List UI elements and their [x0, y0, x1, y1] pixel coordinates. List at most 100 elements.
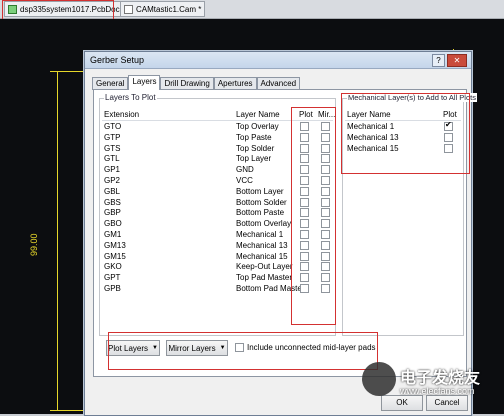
column-plot[interactable]: Plot — [443, 110, 457, 119]
layers-to-plot-group: Layers To Plot Extension Layer Name Plot… — [99, 93, 336, 336]
column-mirror[interactable]: Mir... — [318, 110, 335, 119]
include-mid-layer-checkbox[interactable] — [235, 343, 244, 352]
plot-checkbox[interactable] — [444, 143, 453, 153]
plot-checkbox[interactable] — [300, 143, 309, 153]
plot-checkbox[interactable] — [300, 262, 309, 272]
include-mid-layer-option[interactable]: Include unconnected mid-layer pads — [235, 343, 376, 352]
plot-layers-button[interactable]: Plot Layers ▼ — [106, 340, 160, 356]
table-row[interactable]: GBO Bottom Overlay — [102, 218, 333, 229]
document-tab-pcb[interactable]: dsp335system1017.PcbDoc — [4, 1, 124, 17]
mirror-checkbox[interactable] — [321, 186, 330, 196]
table-row[interactable]: GM13 Mechanical 13 — [102, 240, 333, 251]
mirror-layers-button[interactable]: Mirror Layers ▼ — [166, 340, 228, 356]
table-row[interactable]: GM15 Mechanical 15 — [102, 251, 333, 262]
plot-checkbox[interactable] — [300, 122, 309, 131]
mirror-checkbox[interactable] — [321, 251, 330, 261]
layer-extension: GBS — [104, 197, 121, 207]
table-row[interactable]: GPB Bottom Pad Maste — [102, 283, 333, 294]
mirror-checkbox[interactable] — [321, 208, 330, 218]
plot-checkbox[interactable] — [300, 132, 309, 142]
mirror-checkbox[interactable] — [321, 240, 330, 250]
mirror-checkbox[interactable] — [321, 122, 330, 131]
plot-checkbox[interactable] — [300, 165, 309, 175]
mechanical-layer-name: Mechanical 13 — [347, 132, 399, 142]
column-extension[interactable]: Extension — [104, 110, 139, 119]
column-layer-name[interactable]: Layer Name — [236, 110, 280, 119]
layer-extension: GKO — [104, 262, 122, 272]
table-row[interactable]: GBP Bottom Paste — [102, 207, 333, 218]
table-row[interactable]: GBS Bottom Solder — [102, 197, 333, 208]
layer-extension: GTO — [104, 122, 122, 131]
layer-extension: GP1 — [104, 165, 121, 175]
table-row[interactable]: GTP Top Paste — [102, 132, 333, 143]
table-row[interactable]: Mechanical 15 — [345, 143, 461, 154]
mirror-checkbox[interactable] — [321, 165, 330, 175]
plot-checkbox[interactable] — [300, 175, 309, 185]
layer-name: VCC — [236, 175, 253, 185]
close-button[interactable]: ✕ — [447, 54, 467, 67]
group-title: Layers To Plot — [104, 93, 157, 102]
mirror-checkbox[interactable] — [321, 132, 330, 142]
table-row[interactable]: GTL Top Layer — [102, 153, 333, 164]
mirror-checkbox[interactable] — [321, 229, 330, 239]
plot-checkbox[interactable] — [300, 251, 309, 261]
layer-extension: GBO — [104, 219, 122, 229]
mirror-checkbox[interactable] — [321, 273, 330, 283]
layer-name: Top Paste — [236, 132, 272, 142]
document-tab-label: dsp335system1017.PcbDoc — [20, 4, 120, 14]
plot-checkbox[interactable] — [300, 186, 309, 196]
plot-checkbox[interactable] — [444, 132, 453, 142]
table-row[interactable]: GP1 GND — [102, 164, 333, 175]
plot-checkbox[interactable] — [300, 229, 309, 239]
table-row[interactable]: Mechanical 13 — [345, 132, 461, 143]
layer-name: Bottom Pad Maste — [236, 283, 302, 293]
chevron-down-icon: ▼ — [152, 345, 158, 351]
cam-file-icon — [124, 4, 133, 14]
dimension-tick — [50, 410, 86, 411]
mirror-checkbox[interactable] — [321, 175, 330, 185]
layer-extension: GTS — [104, 143, 121, 153]
dialog-titlebar[interactable]: Gerber Setup — [85, 52, 471, 69]
watermark-url: www.elecfans.com — [400, 386, 475, 396]
table-row[interactable]: GP2 VCC — [102, 175, 333, 186]
document-tab-cam[interactable]: CAMtastic1.Cam * — [120, 1, 206, 17]
plot-checkbox[interactable] — [300, 197, 309, 207]
column-plot[interactable]: Plot — [299, 110, 313, 119]
table-row[interactable]: GBL Bottom Layer — [102, 186, 333, 197]
mechanical-layers-group: Mechanical Layer(s) to Add to All Plots … — [342, 93, 477, 336]
mirror-checkbox[interactable] — [321, 262, 330, 272]
layer-extension: GM13 — [104, 240, 126, 250]
table-row[interactable]: Mechanical 1 — [345, 120, 461, 132]
dimension-tick — [50, 71, 86, 72]
table-row[interactable]: GKO Keep-Out Layer — [102, 261, 333, 272]
mechanical-layer-name: Mechanical 15 — [347, 143, 399, 153]
table-row[interactable]: GPT Top Pad Master — [102, 272, 333, 283]
table-row[interactable]: GM1 Mechanical 1 — [102, 229, 333, 240]
tab-layers[interactable]: Layers — [128, 75, 161, 90]
mirror-checkbox[interactable] — [321, 197, 330, 207]
table-row[interactable]: GTO Top Overlay — [102, 121, 333, 132]
plot-checkbox[interactable] — [300, 273, 309, 283]
mirror-checkbox[interactable] — [321, 154, 330, 164]
layer-name: Top Overlay — [236, 122, 279, 131]
layer-extension: GPT — [104, 273, 121, 283]
layer-extension: GTL — [104, 154, 120, 164]
plot-checkbox[interactable] — [300, 219, 309, 229]
layer-extension: GM15 — [104, 251, 126, 261]
column-layer-name[interactable]: Layer Name — [347, 110, 391, 119]
layers-tab-panel: Layers To Plot Extension Layer Name Plot… — [93, 89, 477, 377]
table-row[interactable]: GTS Top Solder — [102, 143, 333, 154]
mirror-checkbox[interactable] — [321, 283, 330, 293]
layer-extension: GTP — [104, 132, 121, 142]
plot-checkbox[interactable] — [300, 208, 309, 218]
mirror-checkbox[interactable] — [321, 219, 330, 229]
mechanical-layer-name: Mechanical 1 — [347, 122, 395, 131]
help-button[interactable]: ? — [432, 54, 445, 67]
chevron-down-icon: ▼ — [219, 345, 226, 351]
plot-checkbox[interactable] — [444, 120, 453, 131]
mirror-checkbox[interactable] — [321, 143, 330, 153]
plot-checkbox[interactable] — [300, 240, 309, 250]
plot-checkbox[interactable] — [300, 154, 309, 164]
plot-checkbox[interactable] — [300, 283, 309, 293]
layer-name: Bottom Overlay — [236, 219, 292, 229]
